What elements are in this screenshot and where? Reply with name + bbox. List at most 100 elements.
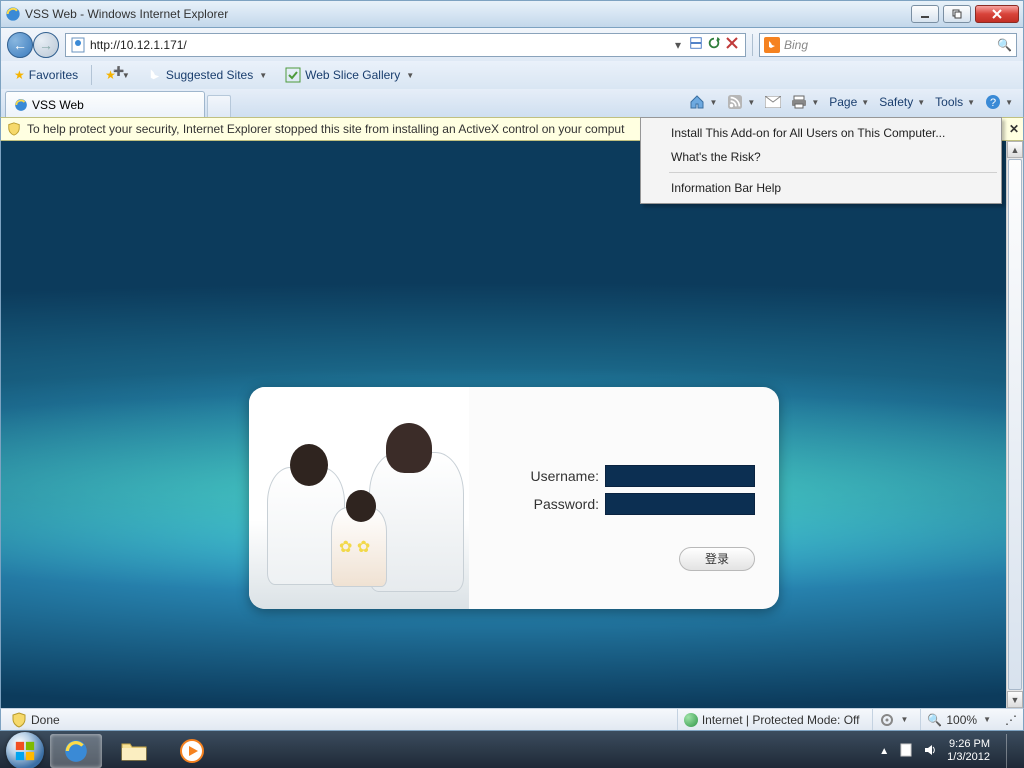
safety-menu[interactable]: Safety ▼	[875, 93, 929, 111]
tools-menu[interactable]: Tools ▼	[931, 93, 979, 111]
compat-view-button[interactable]	[687, 36, 705, 53]
password-label: Password:	[534, 496, 599, 512]
infobar-context-menu: Install This Add-on for All Users on Thi…	[640, 117, 1002, 204]
home-icon	[689, 94, 705, 110]
svg-text:?: ?	[990, 97, 996, 109]
search-go-button[interactable]: 🔍	[997, 38, 1012, 52]
page-menu[interactable]: Page▼	[825, 93, 873, 111]
window-title: VSS Web - Windows Internet Explorer	[25, 7, 911, 21]
volume-icon[interactable]	[923, 743, 937, 760]
minimize-button[interactable]	[911, 5, 939, 23]
command-bar: ▼ ▼ ▼ Page▼ Safety▼ Tools▼ ? ▼	[685, 92, 1017, 112]
chevron-down-icon: ▼	[811, 98, 819, 107]
zone-text: Internet | Protected Mode: Off	[702, 713, 860, 727]
infobar-text: To help protect your security, Internet …	[27, 122, 624, 136]
navigation-bar: ← → http://10.12.1.171/ ▾ Bing 🔍	[0, 28, 1024, 61]
bing-icon	[764, 37, 780, 53]
zoom-control[interactable]: 🔍 100% ▼	[920, 709, 997, 730]
star-icon: ★	[14, 68, 25, 82]
tools-label: Tools	[935, 95, 963, 109]
tabs-row: VSS Web ▼ ▼ ▼ Page▼ Safety▼ Tools▼ ? ▼	[0, 89, 1024, 117]
login-form: Username: Password: 登录	[469, 387, 779, 609]
taskbar-mediaplayer-button[interactable]	[166, 734, 218, 768]
show-desktop-button[interactable]	[1006, 734, 1018, 768]
taskbar-explorer-button[interactable]	[108, 734, 160, 768]
chevron-down-icon: ▼	[1005, 98, 1013, 107]
system-tray: ▲ 9:26 PM 1/3/2012	[879, 731, 1018, 768]
refresh-button[interactable]	[705, 36, 723, 53]
page-label: Page	[829, 95, 857, 109]
forward-button[interactable]: →	[33, 32, 59, 58]
tray-show-hidden-icon[interactable]: ▲	[879, 746, 889, 757]
media-player-icon	[179, 738, 205, 764]
chevron-down-icon: ▼	[901, 715, 909, 724]
suggested-sites-label: Suggested Sites	[166, 68, 253, 82]
start-button[interactable]	[6, 732, 44, 768]
favorites-label: Favorites	[29, 68, 78, 82]
favorites-bar: ★ Favorites ★➕ ▼ Suggested Sites ▼ Web S…	[0, 61, 1024, 89]
taskbar-ie-button[interactable]	[50, 734, 102, 768]
search-icon: 🔍	[927, 713, 942, 727]
status-bar: Done Internet | Protected Mode: Off ▼ 🔍 …	[0, 708, 1024, 731]
browser-tab[interactable]: VSS Web	[5, 91, 205, 117]
menu-infobar-help[interactable]: Information Bar Help	[643, 176, 999, 200]
web-slice-label: Web Slice Gallery	[305, 68, 400, 82]
search-placeholder: Bing	[784, 38, 808, 52]
chevron-down-icon: ▼	[406, 71, 414, 80]
add-favorite-button[interactable]: ★➕ ▼	[98, 65, 137, 85]
menu-whats-the-risk[interactable]: What's the Risk?	[643, 145, 999, 169]
search-box[interactable]: Bing 🔍	[759, 33, 1017, 57]
tray-time: 9:26 PM	[947, 738, 990, 751]
suggested-sites-button[interactable]: Suggested Sites ▼	[141, 65, 274, 85]
new-tab-button[interactable]	[207, 95, 231, 117]
vertical-scrollbar[interactable]: ▲ ▼	[1006, 141, 1023, 708]
status-text: Done	[31, 713, 60, 727]
scroll-thumb[interactable]	[1008, 159, 1022, 690]
popup-blocker-button[interactable]: ▼	[872, 709, 915, 730]
action-center-icon[interactable]	[899, 743, 913, 760]
chevron-down-icon: ▼	[709, 98, 717, 107]
gear-icon	[879, 712, 895, 728]
safety-label: Safety	[879, 95, 913, 109]
help-button[interactable]: ? ▼	[981, 92, 1017, 112]
username-label: Username:	[531, 468, 599, 484]
taskbar: ▲ 9:26 PM 1/3/2012	[0, 731, 1024, 768]
home-button[interactable]: ▼	[685, 92, 721, 112]
infobar-close-button[interactable]: ✕	[1009, 122, 1019, 136]
chevron-down-icon: ▼	[917, 98, 925, 107]
webslice-icon	[285, 67, 301, 83]
login-button[interactable]: 登录	[679, 547, 755, 571]
stop-button[interactable]	[723, 37, 741, 52]
back-button[interactable]: ←	[7, 32, 33, 58]
page-icon	[70, 37, 86, 53]
address-bar[interactable]: http://10.12.1.171/ ▾	[65, 33, 746, 57]
password-input[interactable]	[605, 493, 755, 515]
print-button[interactable]: ▼	[787, 92, 823, 112]
username-input[interactable]	[605, 465, 755, 487]
folder-icon	[121, 740, 147, 762]
chevron-down-icon: ▼	[747, 98, 755, 107]
resize-grip[interactable]: ⋰	[1003, 713, 1019, 727]
printer-icon	[791, 94, 807, 110]
feeds-button[interactable]: ▼	[723, 92, 759, 112]
tab-title: VSS Web	[32, 98, 84, 112]
scroll-down-button[interactable]: ▼	[1007, 691, 1023, 708]
add-star-icon: ★➕	[105, 68, 116, 82]
tray-clock[interactable]: 9:26 PM 1/3/2012	[947, 738, 990, 764]
web-slice-button[interactable]: Web Slice Gallery ▼	[278, 64, 421, 86]
maximize-button[interactable]	[943, 5, 971, 23]
menu-install-addon[interactable]: Install This Add-on for All Users on Thi…	[643, 121, 999, 145]
menu-separator	[669, 172, 997, 173]
chevron-down-icon: ▼	[983, 715, 991, 724]
readmail-button[interactable]	[761, 92, 785, 112]
rss-icon	[727, 94, 743, 110]
address-dropdown[interactable]: ▾	[669, 38, 687, 52]
security-zone[interactable]: Internet | Protected Mode: Off	[677, 709, 866, 730]
chevron-down-icon: ▼	[967, 98, 975, 107]
page-viewport: Username: Password: 登录	[1, 141, 1006, 708]
scroll-up-button[interactable]: ▲	[1007, 141, 1023, 158]
tray-date: 1/3/2012	[947, 751, 990, 764]
favorites-button[interactable]: ★ Favorites	[7, 65, 85, 85]
help-icon: ?	[985, 94, 1001, 110]
close-button[interactable]	[975, 5, 1019, 23]
